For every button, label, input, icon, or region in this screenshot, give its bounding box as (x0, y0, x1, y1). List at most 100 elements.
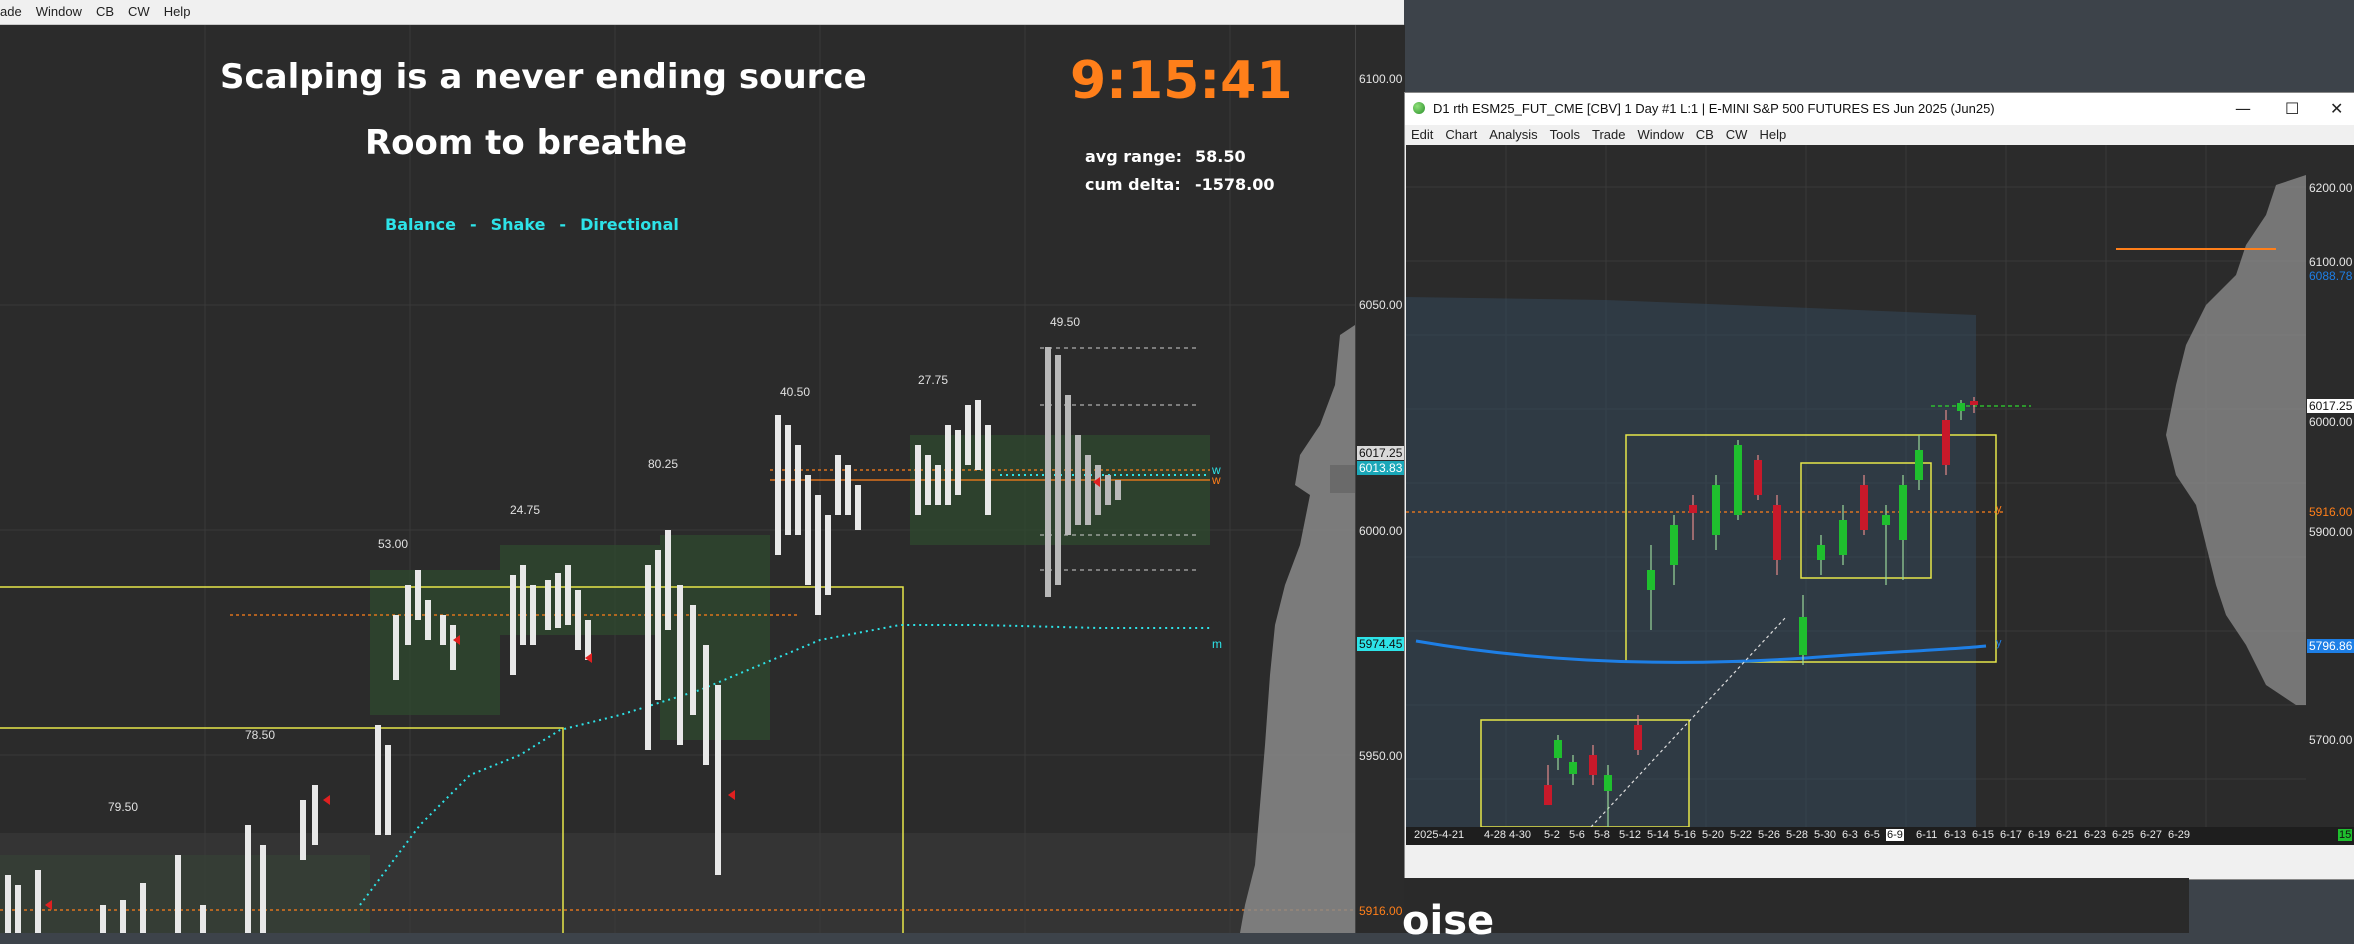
bar-range-label: 79.50 (108, 800, 139, 814)
menu-window[interactable]: Window (36, 0, 82, 24)
menu-chart[interactable]: Chart (1445, 125, 1477, 145)
price-tick: 6050.00 (1359, 298, 1403, 312)
price-tick: 6100.00 (1359, 72, 1403, 86)
ma-price-tag: 6088.78 (2309, 269, 2353, 283)
ma-price-tag: 5974.45 (1357, 637, 1405, 651)
date-tick: 5-12 (1619, 829, 1642, 841)
vwap-price-tag: 6013.83 (1357, 461, 1405, 475)
date-tick: 6-23 (2084, 829, 2107, 841)
menu-cw[interactable]: CW (1726, 125, 1748, 145)
level-price-tag: 5916.00 (1359, 904, 1403, 918)
headline-line2: Room to breathe (365, 123, 688, 163)
bar-range-label: 80.25 (648, 457, 679, 471)
phase-sep-1: - (470, 215, 477, 234)
level-price-tag: 5916.00 (2309, 505, 2353, 519)
last-price-tag: 6017.25 (2307, 399, 2354, 413)
price-tick: 5700.00 (2309, 733, 2353, 747)
background-window-text: oise (1402, 898, 1495, 944)
menu-help[interactable]: Help (1759, 125, 1786, 145)
avg-range-label: avg range: (1085, 147, 1183, 166)
headline-line1: Scalping is a never ending source (220, 57, 867, 97)
date-tick: 6-11 (1916, 829, 1938, 841)
menu-cb[interactable]: CB (1696, 125, 1714, 145)
date-tick: 5-16 (1674, 829, 1697, 841)
bar-range-label: 78.50 (245, 728, 276, 742)
daily-chart-window: D1 rth ESM25_FUT_CME [CBV] 1 Day #1 L:1 … (1404, 92, 2354, 880)
price-tick: 5900.00 (2309, 525, 2353, 539)
phase-sep-2: - (559, 215, 567, 234)
price-tick: 6200.00 (2309, 181, 2353, 195)
date-tick: 5-2 (1544, 829, 1560, 841)
ma-price-tag: 5796.86 (2307, 639, 2354, 653)
minimize-icon[interactable]: — (2235, 99, 2251, 118)
menu-edit[interactable]: Edit (1411, 125, 1433, 145)
cum-delta-value: -1578.00 (1195, 175, 1275, 194)
phase-legend: Balance - Shake - Directional (385, 215, 679, 234)
window-titlebar[interactable]: D1 rth ESM25_FUT_CME [CBV] 1 Day #1 L:1 … (1405, 93, 2354, 125)
left-price-chart[interactable]: Scalping is a never ending source Room t… (0, 25, 1355, 933)
bar-range-label: 40.50 (780, 385, 811, 399)
left-price-axis[interactable]: 6100.00 6050.00 6017.25 6013.83 6000.00 … (1355, 25, 1405, 933)
left-menubar: ade Window CB CW Help (0, 0, 1404, 25)
menu-window[interactable]: Window (1637, 125, 1683, 145)
axis-corner-badge: 15 (2338, 829, 2353, 841)
date-tick: 4-28 (1484, 829, 1507, 841)
close-icon[interactable]: ✕ (2330, 99, 2343, 118)
app-globe-icon (1413, 102, 1425, 114)
date-tick: 5-22 (1730, 829, 1753, 841)
date-axis[interactable]: 2025-4-21 4-28 4-30 5-2 5-6 5-8 5-12 5-1… (1406, 827, 2354, 845)
date-tick: 6-25 (2112, 829, 2135, 841)
menu-tools[interactable]: Tools (1550, 125, 1580, 145)
date-tick: 6-21 (2056, 829, 2079, 841)
line-marker-m: m (1212, 637, 1222, 651)
date-tick: 2025-4-21 (1414, 829, 1465, 841)
bar-range-label: 27.75 (918, 373, 949, 387)
menu-analysis[interactable]: Analysis (1489, 125, 1537, 145)
price-tick: 6000.00 (2309, 415, 2353, 429)
menu-trade[interactable]: Trade (1592, 125, 1625, 145)
date-tick: 5-8 (1594, 829, 1610, 841)
date-tick: 5-26 (1758, 829, 1781, 841)
daily-price-axis[interactable]: 6200.00 6100.00 6088.78 6017.25 6000.00 … (2306, 145, 2354, 827)
window-title: D1 rth ESM25_FUT_CME [CBV] 1 Day #1 L:1 … (1433, 101, 1995, 116)
price-tick: 6100.00 (2309, 255, 2353, 269)
menu-help[interactable]: Help (164, 0, 191, 24)
maximize-icon[interactable]: ☐ (2285, 99, 2299, 118)
phase-directional: Directional (580, 215, 679, 234)
menu-cb[interactable]: CB (96, 0, 114, 24)
cum-delta-label: cum delta: (1085, 175, 1181, 194)
date-tick: 6-13 (1944, 829, 1967, 841)
date-tick: 6-17 (2000, 829, 2023, 841)
date-tick: 6-19 (2028, 829, 2051, 841)
date-tick: 6-5 (1864, 829, 1880, 841)
date-tick: 4-30 (1509, 829, 1532, 841)
menu-trade[interactable]: ade (0, 0, 22, 24)
bar-range-label: 49.50 (1050, 315, 1081, 329)
price-tick: 6000.00 (1359, 524, 1403, 538)
date-tick: 5-6 (1569, 829, 1585, 841)
bar-range-label: 24.75 (510, 503, 541, 517)
avg-range-value: 58.50 (1195, 147, 1246, 166)
date-tick: 6-15 (1972, 829, 1995, 841)
session-clock: 9:15:41 (1070, 51, 1293, 111)
date-tick: 5-30 (1814, 829, 1837, 841)
date-tick: 5-14 (1647, 829, 1670, 841)
menu-cw[interactable]: CW (128, 0, 150, 24)
date-tick-current: 6-9 (1886, 829, 1904, 841)
date-tick: 5-20 (1702, 829, 1725, 841)
price-tick: 5950.00 (1359, 749, 1403, 763)
date-tick: 5-28 (1786, 829, 1809, 841)
chart-menubar: Edit Chart Analysis Tools Trade Window C… (1405, 125, 2354, 145)
last-price-tag: 6017.25 (1357, 446, 1405, 460)
phase-balance: Balance (385, 215, 456, 234)
date-tick: 6-27 (2140, 829, 2163, 841)
line-marker-y: y (1996, 503, 2002, 515)
date-tick: 6-29 (2168, 829, 2191, 841)
line-marker-w: w (1212, 473, 1221, 487)
background-window (1404, 878, 2189, 933)
daily-price-chart[interactable]: y y (1406, 145, 2306, 827)
phase-shake: Shake (490, 215, 546, 234)
line-marker-y: y (1996, 637, 2002, 649)
bar-range-label: 53.00 (378, 537, 409, 551)
date-tick: 6-3 (1842, 829, 1858, 841)
